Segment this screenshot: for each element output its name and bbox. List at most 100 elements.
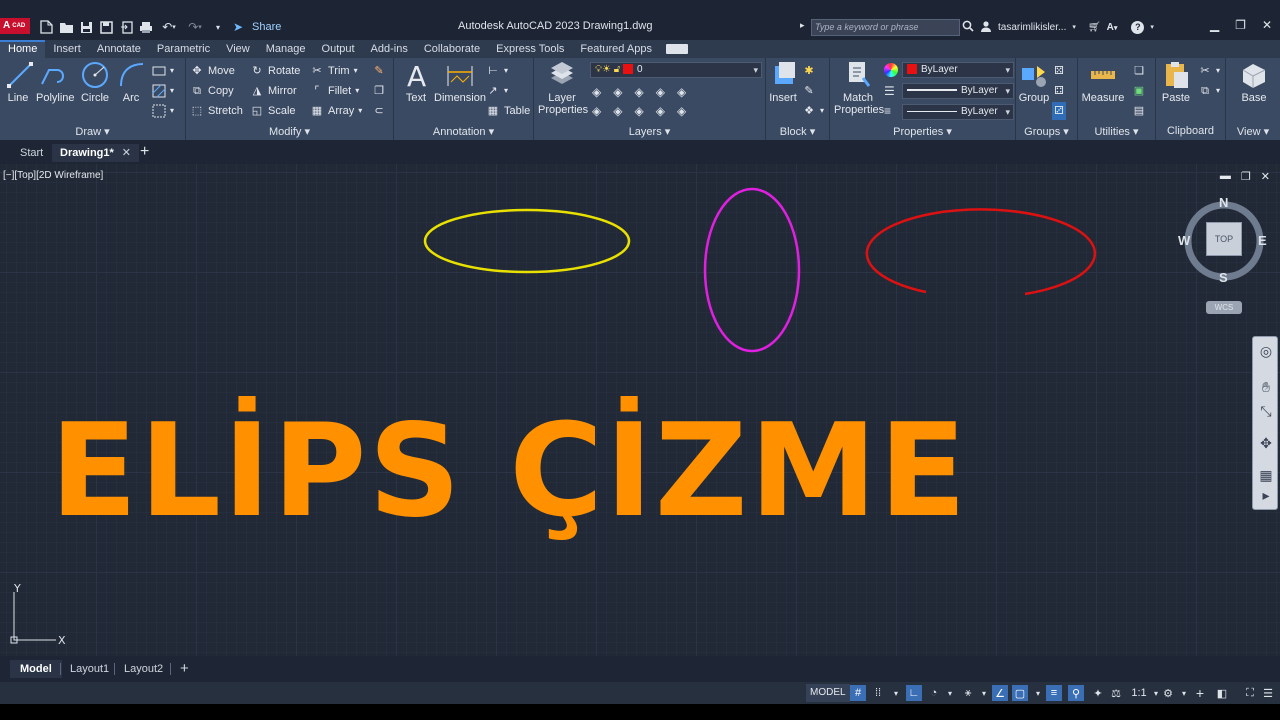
copy-clip-button[interactable]: ⧉ ▾ (1198, 82, 1220, 100)
offset-button[interactable]: ⊂ (372, 102, 386, 120)
red-elliptical-arc[interactable] (865, 208, 1097, 296)
rectangle-button[interactable]: ▾ (152, 62, 174, 80)
tab-model[interactable]: Model (10, 660, 62, 678)
erase-button[interactable]: ✎ (372, 62, 386, 80)
scale-button[interactable]: ◱ Scale (250, 102, 296, 120)
navbar-options-icon[interactable]: ▸ (1256, 485, 1276, 505)
magenta-ellipse[interactable] (703, 187, 801, 353)
isodraft-dropdown-icon[interactable]: ▾ (976, 685, 992, 701)
user-name[interactable]: tasarimlikisler... (998, 22, 1066, 33)
block-attributes-button[interactable]: ❖ ▾ (802, 102, 824, 120)
polar-dropdown-icon[interactable]: ▾ (942, 685, 958, 701)
user-icon[interactable] (980, 20, 992, 35)
arc-button[interactable]: Arc (116, 60, 146, 104)
tab-output[interactable]: Output (314, 40, 363, 58)
tab-featured-apps[interactable]: Featured Apps (572, 40, 660, 58)
snap-mode-icon[interactable]: ⁞⁞ (870, 685, 886, 701)
polyline-button[interactable]: Polyline (36, 60, 75, 104)
calculator-button[interactable]: ▣ (1132, 82, 1146, 100)
layer-thaw-icon[interactable]: ◈ (634, 102, 651, 120)
customization-icon[interactable]: ☰ (1260, 685, 1276, 701)
steering-wheel-icon[interactable]: ◎ (1256, 341, 1276, 361)
boundary-button[interactable]: ▾ (152, 102, 174, 120)
quick-select-button[interactable]: ❏ (1132, 62, 1146, 80)
application-menu-button[interactable]: A CAD (0, 18, 30, 34)
undo-icon[interactable]: ↶ ▾ (158, 19, 180, 35)
trim-button[interactable]: ✂ Trim ▾ (310, 62, 357, 80)
insert-button[interactable]: Insert (768, 60, 798, 104)
compass-north[interactable]: N (1219, 195, 1228, 210)
ungroup-button[interactable]: ⚄ (1052, 62, 1066, 80)
id-point-button[interactable]: ▤ (1132, 102, 1146, 120)
zoom-extents-icon[interactable]: ⤡ (1256, 401, 1276, 421)
help-icon[interactable]: ? (1131, 20, 1145, 34)
plot-icon[interactable] (138, 19, 154, 35)
text-button[interactable]: A Text (402, 60, 430, 104)
object-snap-tracking-icon[interactable]: ∠ (992, 685, 1008, 701)
search-expand-icon[interactable]: ▸ (800, 20, 805, 31)
tab-layout2[interactable]: Layout2 (114, 660, 173, 678)
tab-annotate[interactable]: Annotate (89, 40, 149, 58)
explode-button[interactable]: ❐ (372, 82, 386, 100)
add-annotation-icon[interactable]: + (1192, 685, 1208, 701)
group-button[interactable]: Group (1018, 60, 1050, 104)
search-icon[interactable] (962, 20, 974, 35)
isolate-objects-icon[interactable]: ◧ (1214, 685, 1230, 701)
base-button[interactable]: Base (1236, 60, 1272, 104)
hatch-button[interactable]: ▾ (152, 82, 174, 100)
tab-collaborate[interactable]: Collaborate (416, 40, 488, 58)
autodesk-a360-icon[interactable]: A▾ (1107, 22, 1118, 33)
viewcube-top-face[interactable]: TOP (1206, 222, 1242, 256)
viewcube[interactable]: TOP N S E W (1178, 195, 1267, 285)
drawing-canvas[interactable]: [−][Top][2D Wireframe] ▬ ❐ ✕ ELİPS ÇİZME… (0, 164, 1280, 656)
layer-previous-icon[interactable]: ◈ (677, 102, 694, 120)
annotation-scale-value[interactable]: 1:1 (1128, 685, 1150, 701)
draw-panel-title[interactable]: Draw ▾ (0, 125, 185, 138)
tab-start[interactable]: Start (12, 144, 51, 162)
cut-button[interactable]: ✂ ▾ (1198, 62, 1220, 80)
help-dropdown-icon[interactable]: ▾ (1150, 23, 1154, 31)
snap-dropdown-icon[interactable]: ▾ (888, 685, 904, 701)
customize-toolbar-icon[interactable]: ▾ (210, 19, 226, 35)
search-input[interactable]: Type a keyword or phrase (811, 19, 960, 36)
grid-icon[interactable]: # (850, 685, 866, 701)
linetype-dropdown[interactable]: ByLayer (902, 83, 1014, 99)
group-selection-button[interactable]: ⚂ (1052, 102, 1066, 120)
object-snap-icon[interactable]: ▢ (1012, 685, 1028, 701)
linear-dim-button[interactable]: ⊢ ▾ (486, 62, 508, 80)
compass-south[interactable]: S (1219, 270, 1228, 285)
close-icon[interactable]: ✕ (1262, 18, 1272, 32)
block-panel-title[interactable]: Block ▾ (766, 125, 829, 138)
clipboard-panel-title[interactable]: Clipboard (1156, 125, 1225, 138)
tab-add-ins[interactable]: Add-ins (363, 40, 416, 58)
cart-icon[interactable]: 🛒︎ (1088, 22, 1101, 33)
layer-properties-button[interactable]: Layer Properties (538, 60, 588, 116)
tab-layout1[interactable]: Layout1 (60, 660, 119, 678)
groups-panel-title[interactable]: Groups ▾ (1016, 125, 1077, 138)
layer-tools-row-1[interactable]: ◈ ◈ ◈ ◈ ◈ (592, 83, 694, 101)
showmotion-icon[interactable]: ▦ (1256, 465, 1276, 485)
close-tab-icon[interactable]: ✕ (122, 147, 131, 159)
tab-home[interactable]: Home (0, 40, 46, 58)
tab-drawing1[interactable]: Drawing1* ✕ (52, 144, 140, 162)
new-tab-button[interactable]: + (140, 143, 149, 161)
ortho-icon[interactable]: ∟ (906, 685, 922, 701)
yellow-ellipse[interactable] (423, 208, 631, 274)
layers-panel-title[interactable]: Layers ▾ (534, 125, 765, 138)
annotation-scale-icon[interactable]: ⚖ (1108, 685, 1124, 701)
osnap-dropdown-icon[interactable]: ▾ (1030, 685, 1046, 701)
dimension-button[interactable]: Dimension (434, 60, 486, 104)
annotation-panel-title[interactable]: Annotation ▾ (394, 125, 533, 138)
workspace-gear-icon[interactable]: ⚙ (1160, 685, 1176, 701)
user-dropdown-icon[interactable]: ▾ (1072, 23, 1076, 31)
compass-east[interactable]: E (1258, 233, 1267, 248)
tab-parametric[interactable]: Parametric (149, 40, 218, 58)
utilities-panel-title[interactable]: Utilities ▾ (1078, 125, 1155, 138)
match-properties-button[interactable]: Match Properties (834, 60, 884, 116)
redo-icon[interactable]: ↷ ▾ (184, 19, 206, 35)
save-icon[interactable] (78, 19, 94, 35)
color-dropdown[interactable]: ByLayer (902, 62, 1014, 78)
layer-lock-icon[interactable]: ◈ (656, 83, 673, 101)
create-block-button[interactable]: ✱ (802, 62, 816, 80)
copy-button[interactable]: ⧉ Copy (190, 82, 234, 100)
